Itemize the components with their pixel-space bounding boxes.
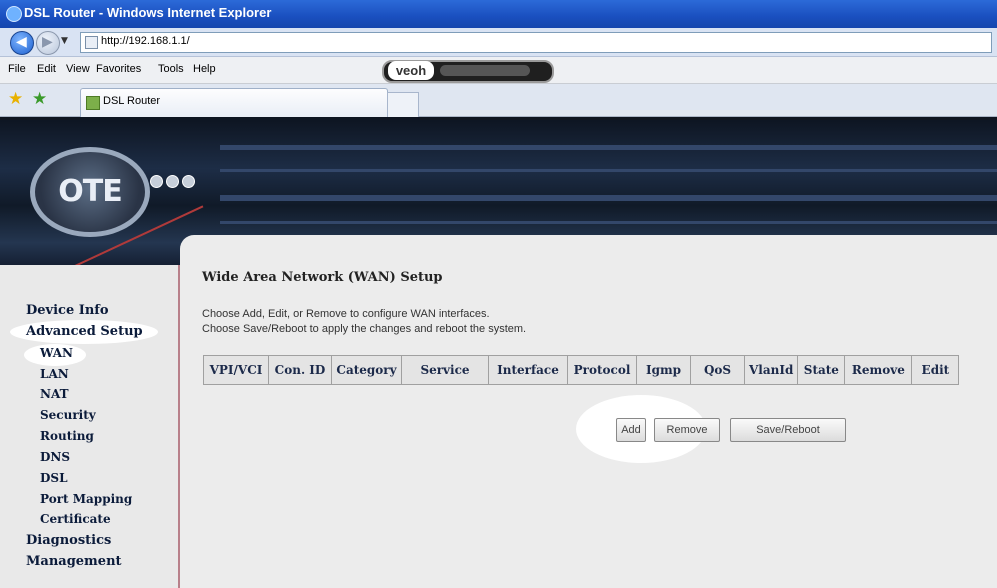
veoh-toolbar[interactable]: veoh xyxy=(382,60,554,83)
window-titlebar: DSL Router - Windows Internet Explorer xyxy=(0,0,997,28)
column-header: Igmp xyxy=(636,355,691,385)
column-header: Protocol xyxy=(567,355,637,385)
column-header: VlanId xyxy=(743,355,799,385)
wan-setup-panel: Wide Area Network (WAN) Setup Choose Add… xyxy=(180,235,997,588)
nav-advanced-setup[interactable]: Advanced Setup xyxy=(26,324,204,339)
add-favorite-icon[interactable]: ★ xyxy=(32,89,47,109)
menu-file[interactable]: File xyxy=(8,63,26,75)
ie-logo-icon xyxy=(6,6,22,22)
column-header: Edit xyxy=(911,355,960,385)
remove-button[interactable]: Remove xyxy=(654,418,720,442)
menu-help[interactable]: Help xyxy=(193,63,216,75)
address-toolbar: ◀ ▶ ▼ http://192.168.1.1/ xyxy=(0,28,997,57)
router-page: OTE Device Info Advanced Setup WAN LAN N… xyxy=(0,117,997,588)
back-button[interactable]: ◀ xyxy=(10,31,34,55)
menu-edit[interactable]: Edit xyxy=(37,63,56,75)
forward-button[interactable]: ▶ xyxy=(36,31,60,55)
column-header: Con. ID xyxy=(268,355,332,385)
tab-bar: ★ ★ DSL Router xyxy=(0,84,997,117)
menu-tools[interactable]: Tools xyxy=(158,63,184,75)
menu-view[interactable]: View xyxy=(66,63,90,75)
column-header: Service xyxy=(401,355,489,385)
tab-label: DSL Router xyxy=(103,95,161,107)
column-header: State xyxy=(797,355,846,385)
column-header: QoS xyxy=(690,355,745,385)
new-tab-button[interactable] xyxy=(387,92,419,117)
veoh-logo: veoh xyxy=(388,61,434,80)
favorites-star-icon[interactable]: ★ xyxy=(8,89,23,109)
window-title: DSL Router - Windows Internet Explorer xyxy=(24,5,272,20)
recent-pages-dropdown-icon[interactable]: ▼ xyxy=(61,36,68,46)
nav-diagnostics[interactable]: Diagnostics xyxy=(26,533,204,548)
tab-dsl-router[interactable]: DSL Router xyxy=(80,88,388,117)
column-header: Interface xyxy=(488,355,568,385)
add-button[interactable]: Add xyxy=(616,418,646,442)
column-header: Category xyxy=(331,355,402,385)
nav-management[interactable]: Management xyxy=(26,554,204,569)
wan-table: VPI/VCI Con. ID Category Service Interfa… xyxy=(203,355,960,385)
column-header: VPI/VCI xyxy=(203,355,269,385)
address-bar[interactable]: http://192.168.1.1/ xyxy=(80,32,992,53)
logo-dot xyxy=(150,175,163,188)
logo-dot xyxy=(182,175,195,188)
banner-stripe xyxy=(220,145,997,150)
column-header: Remove xyxy=(844,355,913,385)
ote-logo-text: OTE xyxy=(58,174,122,209)
arrow-right-icon: ▶ xyxy=(42,34,53,50)
banner-stripe xyxy=(220,169,997,172)
page-icon xyxy=(85,36,98,49)
menu-bar: File Edit View Favorites Tools Help veoh xyxy=(0,57,997,84)
veoh-search-pill[interactable] xyxy=(440,65,530,76)
ote-logo: OTE xyxy=(30,147,150,237)
description-line-2: Choose Save/Reboot to apply the changes … xyxy=(202,323,527,335)
nav-device-info[interactable]: Device Info xyxy=(26,303,204,318)
arrow-left-icon: ◀ xyxy=(16,34,27,50)
logo-dot xyxy=(166,175,179,188)
page-title: Wide Area Network (WAN) Setup xyxy=(202,270,443,285)
table-header-row: VPI/VCI Con. ID Category Service Interfa… xyxy=(203,355,960,385)
tab-page-icon xyxy=(86,96,100,110)
router-sidebar: Device Info Advanced Setup WAN LAN NAT S… xyxy=(0,265,181,588)
banner-stripe xyxy=(220,195,997,201)
save-reboot-button[interactable]: Save/Reboot xyxy=(730,418,846,442)
description-line-1: Choose Add, Edit, or Remove to configure… xyxy=(202,308,490,320)
banner-stripe xyxy=(220,221,997,224)
address-url[interactable]: http://192.168.1.1/ xyxy=(101,35,190,47)
menu-favorites[interactable]: Favorites xyxy=(96,63,141,75)
